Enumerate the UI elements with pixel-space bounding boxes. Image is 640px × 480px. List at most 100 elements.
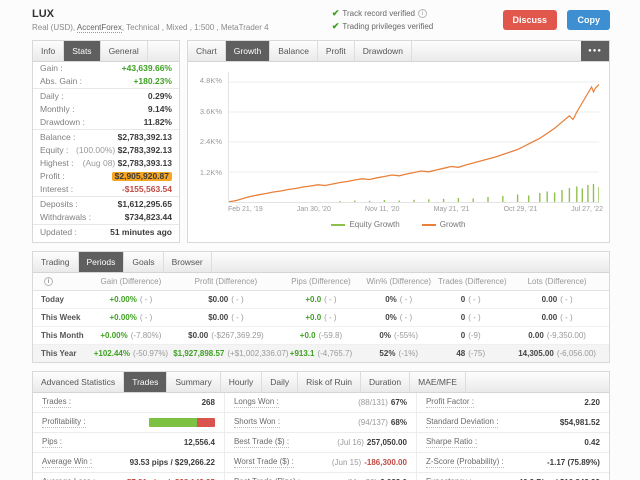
stats-tabs: Info Stats General: [33, 41, 179, 62]
periods-row-this-month: This Month +0.00% (-7.80%) $0.00 (-$267,36…: [33, 327, 609, 345]
tab-summary[interactable]: Summary: [167, 372, 221, 392]
copy-button[interactable]: Copy: [567, 10, 610, 30]
tab-trades[interactable]: Trades: [124, 372, 168, 392]
profitability-bar: [148, 418, 215, 427]
x-axis-label: Jan 30, '20: [296, 206, 331, 213]
trades-stat-row: Average Loss :-57.81 pips / -$28,149.95 …: [33, 473, 609, 480]
cell-gain: +0.00%( - ): [109, 313, 153, 322]
trades-stat-row: Average Win :93.53 pips / $29,266.22 Wor…: [33, 453, 609, 473]
tab-general[interactable]: General: [101, 41, 148, 61]
x-axis-label: Jul 27, '22: [571, 206, 603, 213]
stat-profit-factor: Profit Factor :2.20: [425, 397, 600, 408]
stat-row-updated: Updated :51 minutes ago: [33, 224, 179, 239]
cell-gain: +0.00% (-7.80%): [100, 331, 162, 340]
stat-row-withdrawals: Withdrawals : $734,823.44: [40, 212, 172, 222]
legend-equity-growth: Equity Growth: [331, 220, 400, 229]
tab-info[interactable]: Info: [33, 41, 65, 61]
tab-profit[interactable]: Profit: [318, 41, 355, 61]
tab-browser[interactable]: Browser: [164, 252, 212, 272]
stat-row-profit: Profit : $2,905,920.87: [33, 170, 179, 183]
stat-row-highest: Highest : (Aug 08) $2,783,393.13: [40, 158, 172, 168]
tab-trading[interactable]: Trading: [33, 252, 79, 272]
stat-shorts-won: Shorts Won : (94/137) 68%: [225, 413, 417, 432]
stat-row-gain: Gain : +43,639.66%: [40, 63, 172, 73]
column-header-gain: Gain (Difference): [100, 277, 162, 286]
tab-mae-mfe[interactable]: MAE/MFE: [410, 372, 466, 392]
check-icon: ✔: [331, 8, 340, 18]
tab-duration[interactable]: Duration: [361, 372, 411, 392]
chart-menu-button[interactable]: ●●●: [581, 41, 609, 61]
trading-privileges-verified: ✔ Trading privileges verified: [331, 21, 434, 31]
periods-tabs: Trading Periods Goals Browser: [33, 252, 609, 273]
tab-balance[interactable]: Balance: [270, 41, 318, 61]
cell-pips: +0.0( - ): [305, 295, 337, 304]
period-label: Today: [41, 295, 64, 304]
cell-profit: $0.00 (-$267,369.29): [188, 331, 264, 340]
trades-stat-row: Pips :12,556.4 Best Trade ($) : (Jul 16) 2…: [33, 433, 609, 453]
tab-daily[interactable]: Daily: [262, 372, 299, 392]
column-header-win: Win% (Difference): [366, 277, 432, 286]
info-icon[interactable]: i: [418, 9, 427, 18]
cell-win: 52% (-1%): [379, 349, 418, 358]
stat-sharpe-ratio: Sharpe Ratio :0.42: [425, 437, 600, 448]
cell-trades: 0( - ): [460, 295, 481, 304]
main-row: Info Stats General Gain : +43,639.66% Abs…: [32, 40, 610, 243]
stat-best-trade-pips: Best Trade (Pips) :(Mar 30)2,083.0: [225, 473, 417, 480]
periods-row-this-week: This Week +0.00%( - ) $0.00( - ) +0.0( -…: [33, 309, 609, 327]
stat-row-monthly: Monthly :9.14%: [40, 104, 172, 114]
x-axis-labels: Feb 21, '19 Jan 30, '20 Nov 11, '20 May …: [188, 203, 609, 213]
tab-hourly[interactable]: Hourly: [221, 372, 263, 392]
x-axis-label: Nov 11, '20: [364, 206, 400, 213]
broker-link[interactable]: AccentForex: [76, 23, 122, 33]
cell-gain: +102.44% (-50.97%): [93, 349, 169, 358]
chart-tabs: Chart Growth Balance Profit Drawdown ●●●: [188, 41, 609, 62]
cell-pips: +0.0( - ): [305, 313, 337, 322]
cell-lots: 0.00( - ): [541, 313, 573, 322]
tab-stats[interactable]: Stats: [64, 41, 101, 61]
stat-standard-deviation: Standard Deviation : $54,981.52: [425, 417, 600, 428]
account-type: Real (USD),: [32, 23, 76, 32]
discuss-button[interactable]: Discuss: [502, 10, 558, 30]
y-axis-label: 3.6K%: [199, 107, 222, 116]
stat-row-tracking: Tracking :139: [33, 239, 179, 243]
tab-risk-of-ruin[interactable]: Risk of Ruin: [298, 372, 361, 392]
stat-row-balance: Balance : $2,783,392.13: [33, 129, 179, 144]
cell-profit: $1,927,898.57 (+$1,002,336.07): [173, 349, 289, 358]
verification-block: ✔ Track record verified i ✔ Trading privile…: [332, 7, 433, 33]
info-icon[interactable]: i: [44, 277, 53, 286]
tab-drawdown[interactable]: Drawdown: [355, 41, 412, 61]
stat-z-score: Z-Score (Probability) : -1.17 (75.89%): [425, 457, 600, 468]
tab-growth[interactable]: Growth: [225, 41, 271, 61]
cell-lots: 0.00 (-9,350.00): [528, 331, 586, 340]
tab-advanced-statistics[interactable]: Advanced Statistics: [33, 372, 125, 392]
cell-trades: 0( - ): [460, 313, 481, 322]
account-header: LUX Real (USD), AccentForex, Technical ,…: [32, 7, 610, 33]
cell-lots: 14,305.00 (-6,056.00): [518, 349, 596, 358]
trades-tabs: Advanced Statistics Trades Summary Hourl…: [33, 372, 609, 393]
stat-best-trade-usd: Best Trade ($) : (Jul 16) 257,050.00: [225, 433, 417, 452]
cell-profit: $0.00( - ): [208, 295, 244, 304]
chart-legend: Equity Growth Growth: [188, 213, 609, 229]
stat-worst-trade-usd: Worst Trade ($) : (Jun 15) -186,300.00: [225, 453, 417, 472]
legend-growth: Growth: [421, 220, 466, 229]
cell-win: 0%( - ): [385, 313, 413, 322]
equity-swatch-icon: [331, 223, 346, 226]
stat-average-loss: Average Loss :-57.81 pips / -$28,149.95: [33, 473, 225, 480]
stat-trades: Trades :268: [33, 393, 225, 412]
tab-goals[interactable]: Goals: [124, 252, 164, 272]
check-icon: ✔: [331, 21, 340, 31]
tab-periods[interactable]: Periods: [78, 252, 125, 272]
y-axis-label: 1.2K%: [199, 168, 222, 177]
header-buttons: Discuss Copy: [497, 10, 610, 30]
stat-expectancy: Expectancy :46.9 Pips / $10,842.99: [417, 473, 609, 480]
account-subtitle: Real (USD), AccentForex, Technical , Mix…: [32, 23, 269, 33]
column-header-pips: Pips (Difference): [291, 277, 351, 286]
tab-chart[interactable]: Chart: [188, 41, 226, 61]
plot-area: [228, 72, 599, 203]
stat-row-interest: Interest : -$155,563.54: [40, 184, 172, 194]
periods-header-row: i Gain (Difference) Profit (Difference) …: [33, 273, 609, 291]
stat-row-abs-gain: Abs. Gain : +180.23%: [40, 76, 172, 86]
x-axis-label: May 21, '21: [433, 206, 470, 213]
cell-lots: 0.00( - ): [541, 295, 573, 304]
stat-longs-won: Longs Won : (88/131) 67%: [225, 393, 417, 412]
